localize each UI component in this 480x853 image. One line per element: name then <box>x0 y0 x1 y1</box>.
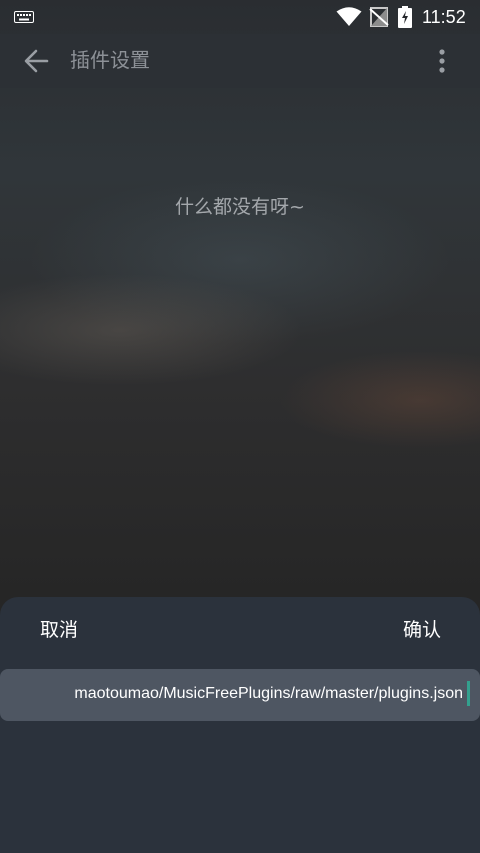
back-button[interactable] <box>20 46 52 76</box>
sheet-header: 取消 确认 <box>0 597 480 663</box>
cancel-button[interactable]: 取消 <box>40 617 78 643</box>
screen: 11:52 插件设置 什么都没有呀~ 取消 确认 maotoumao/Music… <box>0 0 480 853</box>
wifi-icon <box>336 7 362 26</box>
status-clock: 11:52 <box>422 7 466 27</box>
more-options-button[interactable] <box>430 46 454 76</box>
bottom-sheet-dialog: 取消 确认 maotoumao/MusicFreePlugins/raw/mas… <box>0 597 480 853</box>
keyboard-icon <box>14 11 34 23</box>
confirm-button[interactable]: 确认 <box>403 617 441 643</box>
plugin-url-value: maotoumao/MusicFreePlugins/raw/master/pl… <box>74 685 463 702</box>
empty-state-message: 什么都没有呀~ <box>175 196 305 218</box>
battery-charging-icon <box>398 6 412 28</box>
text-cursor <box>467 681 470 706</box>
status-bar: 11:52 <box>0 0 480 34</box>
arrow-left-icon <box>24 49 49 73</box>
page-title: 插件设置 <box>70 48 150 72</box>
app-bar: 插件设置 <box>0 34 480 88</box>
plugin-url-input[interactable]: maotoumao/MusicFreePlugins/raw/master/pl… <box>0 669 480 721</box>
no-signal-icon <box>369 7 389 27</box>
more-vertical-icon <box>439 49 445 73</box>
